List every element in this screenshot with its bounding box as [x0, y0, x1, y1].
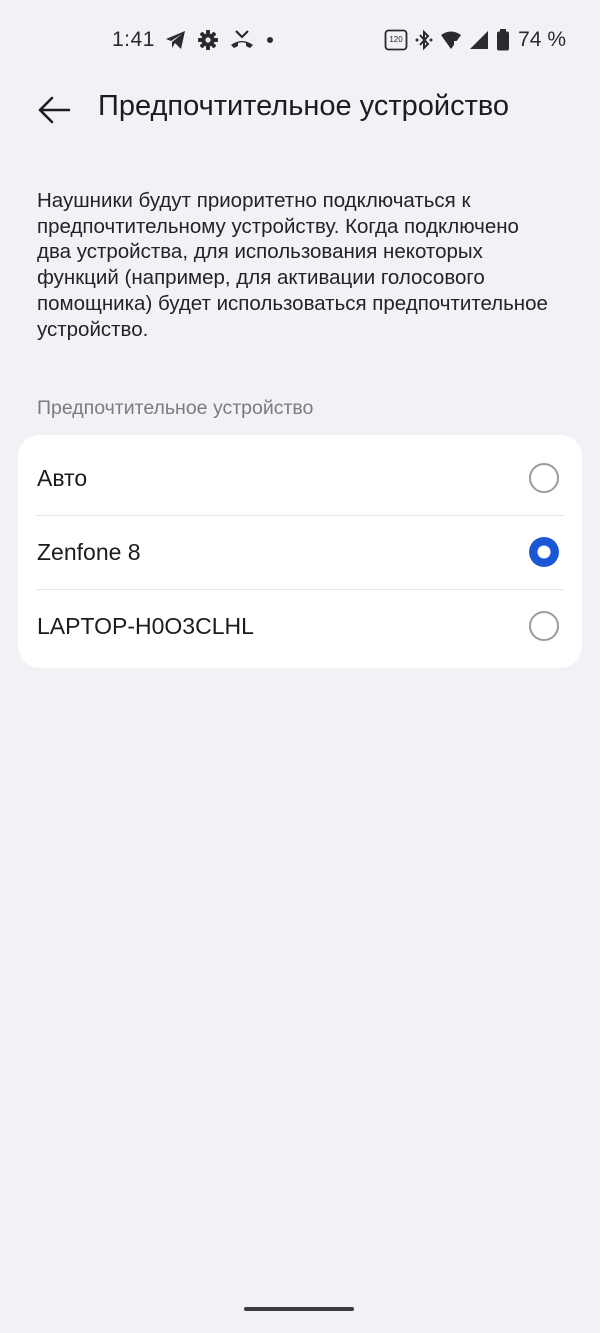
- call-forward-icon: [229, 29, 255, 51]
- status-time: 1:41: [112, 28, 155, 51]
- option-zenfone-8[interactable]: Zenfone 8: [18, 515, 582, 589]
- radio-selected-icon[interactable]: [528, 536, 560, 568]
- back-button[interactable]: [30, 88, 78, 132]
- battery-percent: 74 %: [518, 28, 566, 51]
- wifi-icon: [440, 30, 462, 50]
- signal-icon: [468, 30, 490, 50]
- page-title: Предпочтительное устройство: [98, 90, 510, 122]
- refresh-rate-120-icon: 120: [384, 29, 408, 51]
- option-auto[interactable]: Авто: [18, 441, 582, 515]
- preferred-device-card: Авто Zenfone 8 LAPTOP-H0O3CLHL: [18, 435, 582, 668]
- option-label: LAPTOP-H0O3CLHL: [37, 613, 254, 639]
- telegram-icon: [165, 30, 187, 50]
- back-arrow-icon: [38, 96, 71, 124]
- option-label: Авто: [37, 465, 88, 491]
- option-label: Zenfone 8: [37, 539, 141, 565]
- option-laptop[interactable]: LAPTOP-H0O3CLHL: [18, 589, 582, 663]
- app-bar: Предпочтительное устройство: [0, 80, 600, 140]
- battery-icon: [496, 29, 510, 51]
- radio-unselected-icon[interactable]: [528, 610, 560, 642]
- svg-text:120: 120: [389, 35, 403, 44]
- bluetooth-icon: [414, 29, 434, 51]
- status-bar-left: 1:41: [112, 28, 275, 52]
- status-bar-right: 120 74 %: [384, 28, 566, 52]
- section-header: Предпочтительное устройство: [37, 397, 314, 419]
- settings-gear-icon: [197, 29, 219, 51]
- dot-icon: [265, 35, 275, 45]
- status-bar: 1:41 120 74 %: [0, 26, 600, 58]
- radio-unselected-icon[interactable]: [528, 462, 560, 494]
- description-text: Наушники будут приоритетно подключаться …: [37, 189, 548, 341]
- gesture-nav-bar[interactable]: [244, 1307, 354, 1311]
